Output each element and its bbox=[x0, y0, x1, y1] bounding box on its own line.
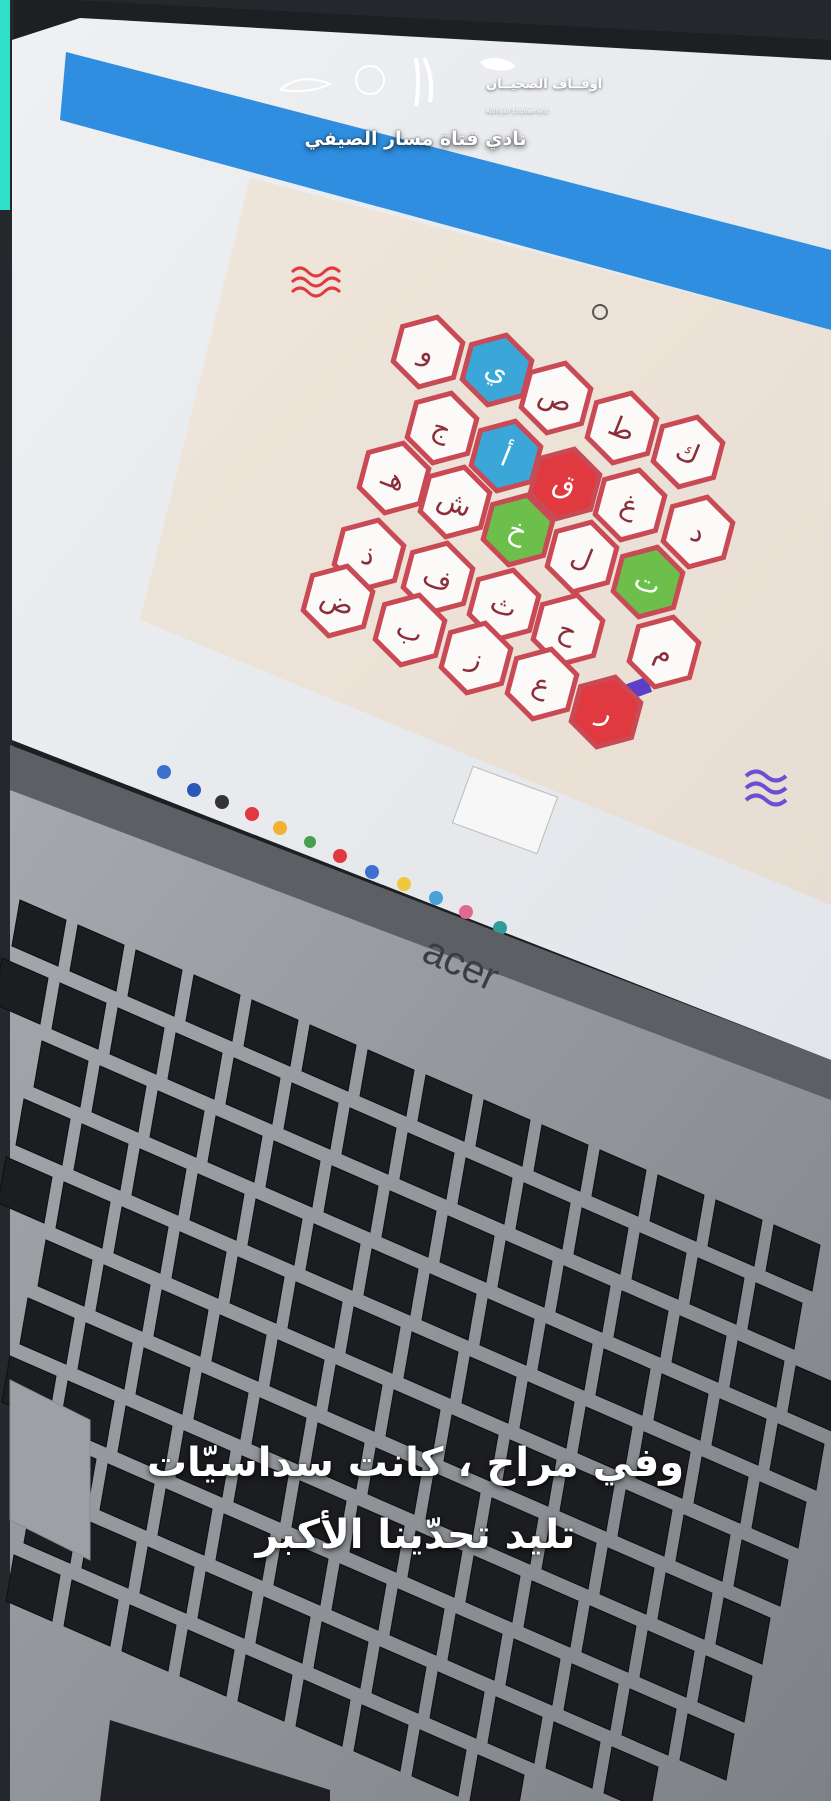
club-title: نادي فتاة مسار الصيفي bbox=[304, 128, 527, 150]
awqaf-logo-text: اوقــاف الضحيــان bbox=[486, 77, 603, 92]
caption-line-1: وفي مراح ، كانت سداسيّات bbox=[146, 1440, 685, 1486]
caption-line-2: تليد تحدّينا الأكبر bbox=[255, 1512, 576, 1558]
side-accent-strip bbox=[0, 0, 10, 210]
awqaf-logo-subtext: Aldhyan Endowment bbox=[486, 108, 548, 115]
